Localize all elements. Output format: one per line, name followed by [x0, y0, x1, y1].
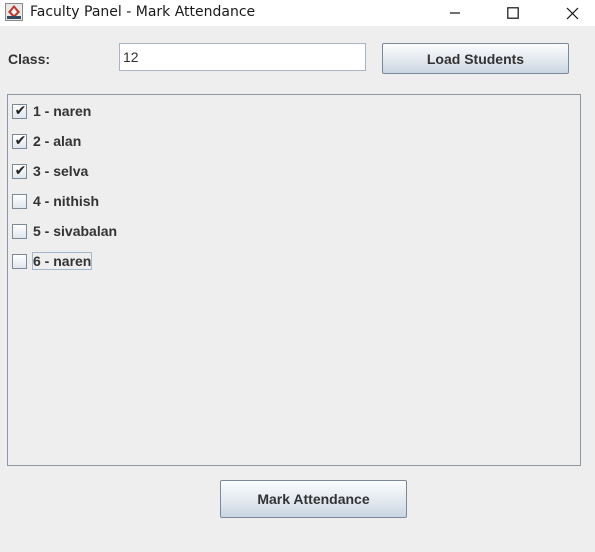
maximize-button[interactable] — [490, 0, 536, 26]
mark-attendance-button[interactable]: Mark Attendance — [220, 480, 407, 518]
minimize-icon — [450, 12, 460, 14]
student-label: 1 - naren — [33, 103, 92, 119]
student-row[interactable]: 4 - nithish — [12, 190, 100, 212]
student-checkbox[interactable] — [12, 193, 27, 209]
maximize-icon — [507, 7, 519, 19]
student-checkbox[interactable]: ✔ — [12, 132, 27, 149]
student-label: 6 - naren — [32, 252, 93, 270]
student-label: 3 - selva — [33, 163, 89, 179]
student-row[interactable]: ✔ 1 - naren — [12, 100, 92, 122]
class-label: Class: — [8, 51, 51, 67]
checkmark-icon: ✔ — [14, 132, 27, 149]
checkmark-icon: ✔ — [14, 162, 27, 179]
close-icon — [566, 7, 578, 19]
close-button[interactable] — [549, 0, 595, 26]
window-title: Faculty Panel - Mark Attendance — [30, 4, 256, 20]
student-checkbox[interactable] — [12, 223, 27, 239]
java-app-icon[interactable] — [5, 3, 23, 21]
student-checkbox[interactable] — [12, 253, 27, 269]
student-row[interactable]: ✔ 3 - selva — [12, 160, 89, 182]
student-checkbox[interactable]: ✔ — [12, 162, 27, 179]
load-students-button[interactable]: Load Students — [382, 43, 569, 74]
minimize-button[interactable] — [432, 0, 478, 26]
student-label: 5 - sivabalan — [33, 223, 118, 239]
title-bar: Faculty Panel - Mark Attendance — [0, 0, 595, 26]
student-label: 2 - alan — [33, 133, 82, 149]
student-row[interactable]: 6 - naren — [12, 250, 93, 272]
student-row[interactable]: ✔ 2 - alan — [12, 130, 82, 152]
student-label: 4 - nithish — [33, 193, 100, 209]
class-input[interactable] — [119, 43, 366, 71]
student-row[interactable]: 5 - sivabalan — [12, 220, 118, 242]
checkmark-icon: ✔ — [14, 102, 27, 119]
student-checkbox[interactable]: ✔ — [12, 102, 27, 119]
student-list-panel: ✔ 1 - naren ✔ 2 - alan ✔ 3 - selva 4 - n… — [7, 94, 581, 466]
